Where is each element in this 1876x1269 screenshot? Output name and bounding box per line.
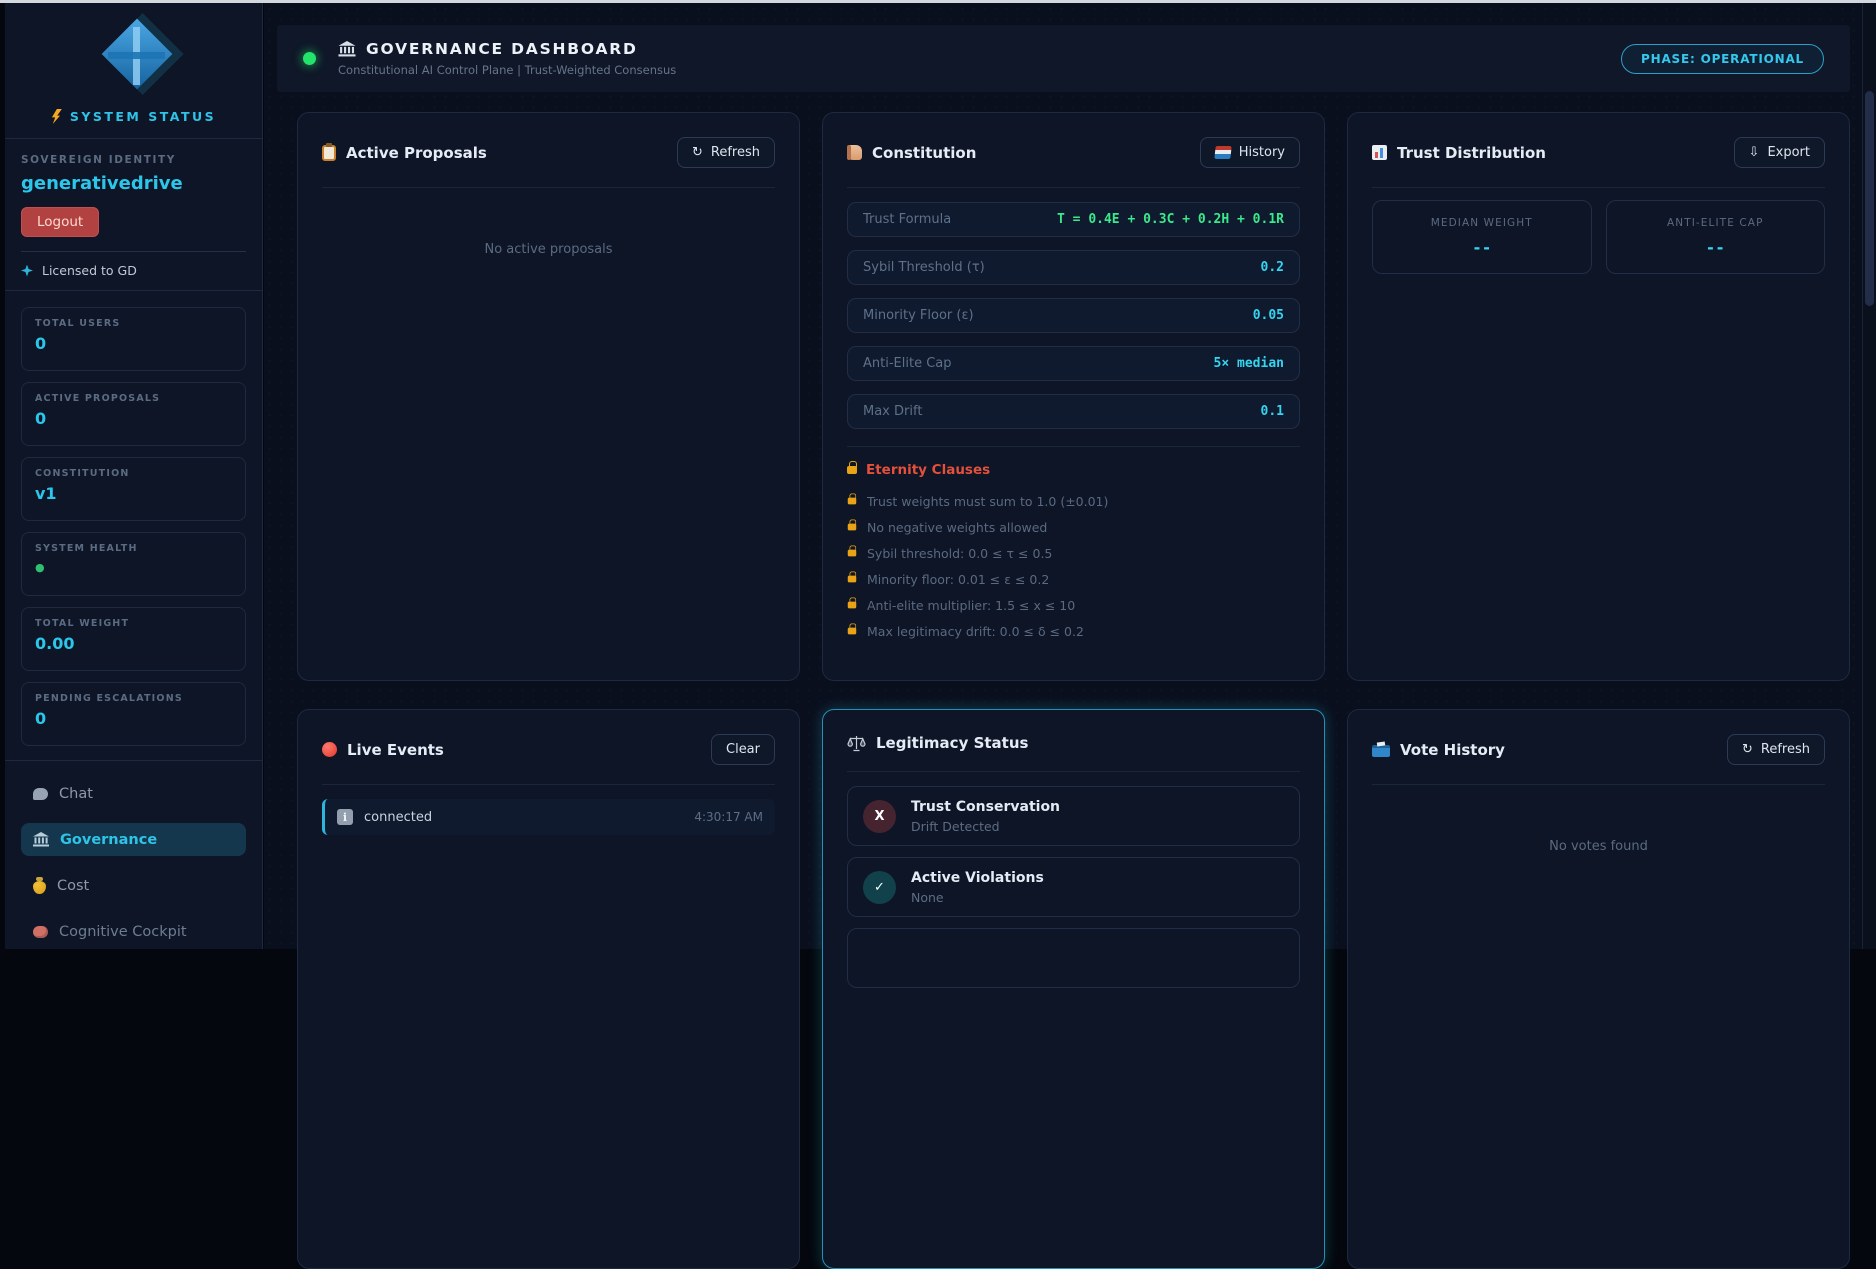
status-trust-conservation: X Trust Conservation Drift Detected [847, 786, 1300, 846]
ballot-box-icon [1372, 742, 1390, 757]
param-anti-elite-cap: Anti-Elite Cap 5× median [847, 346, 1300, 381]
card-title: Vote History [1400, 741, 1505, 759]
lightning-icon [51, 109, 62, 124]
lock-icon [848, 576, 857, 583]
clear-button[interactable]: Clear [711, 734, 775, 765]
main-content: GOVERNANCE DASHBOARD Constitutional AI C… [264, 3, 1862, 949]
stat-active-proposals: ACTIVE PROPOSALS 0 [21, 382, 246, 446]
sidebar-item-governance[interactable]: Governance [21, 823, 246, 856]
empty-state-text: No votes found [1372, 799, 1825, 854]
refresh-icon: ↻ [1742, 743, 1753, 756]
sidebar-item-cognitive-cockpit[interactable]: Cognitive Cockpit [21, 915, 246, 948]
identity-section: SOVEREIGN IDENTITY generativedrive Logou… [5, 139, 262, 291]
stat-system-health: SYSTEM HEALTH ● [21, 532, 246, 596]
status-active-violations: ✓ Active Violations None [847, 857, 1300, 917]
page-title: GOVERNANCE DASHBOARD [366, 40, 638, 58]
dashboard-header: GOVERNANCE DASHBOARD Constitutional AI C… [277, 25, 1850, 92]
history-button[interactable]: History [1200, 137, 1300, 168]
logout-button[interactable]: Logout [21, 207, 99, 237]
bank-icon [33, 832, 49, 847]
divider [21, 251, 246, 252]
lock-icon [848, 602, 857, 609]
eternity-clause: Max legitimacy drift: 0.0 ≤ δ ≤ 0.2 [847, 623, 1300, 639]
lock-icon [848, 628, 857, 635]
lock-icon [847, 466, 857, 474]
card-title: Legitimacy Status [876, 734, 1028, 752]
event-item: i connected 4:30:17 AM [322, 799, 775, 835]
books-icon [1214, 146, 1231, 159]
stats-section: TOTAL USERS 0 ACTIVE PROPOSALS 0 CONSTIT… [5, 291, 262, 761]
refresh-button[interactable]: ↻ Refresh [1727, 734, 1825, 765]
stat-pending-escalations: PENDING ESCALATIONS 0 [21, 682, 246, 746]
refresh-button[interactable]: ↻ Refresh [677, 137, 775, 168]
brain-icon [33, 926, 48, 938]
eternity-clause: Minority floor: 0.01 ≤ ε ≤ 0.2 [847, 571, 1300, 587]
identity-label: SOVEREIGN IDENTITY [21, 154, 246, 166]
dashboard-grid: Active Proposals ↻ Refresh No active pro… [297, 112, 1862, 1269]
info-icon: i [337, 809, 353, 825]
page-scrollbar[interactable] [1862, 3, 1876, 949]
card-title: Trust Distribution [1397, 144, 1546, 162]
brand-section: SYSTEM STATUS [5, 3, 262, 139]
brand-title: SYSTEM STATUS [70, 109, 216, 124]
param-sybil-threshold: Sybil Threshold (τ) 0.2 [847, 250, 1300, 285]
param-minority-floor: Minority Floor (ε) 0.05 [847, 298, 1300, 333]
eternity-clauses-header: Eternity Clauses [847, 462, 1300, 478]
eternity-clause: Sybil threshold: 0.0 ≤ τ ≤ 0.5 [847, 545, 1300, 561]
legitimacy-status-card: Legitimacy Status X Trust Conservation D… [822, 709, 1325, 1269]
clipboard-icon [322, 145, 336, 161]
active-proposals-card: Active Proposals ↻ Refresh No active pro… [297, 112, 800, 681]
check-icon: ✓ [863, 871, 896, 904]
export-icon: ⇩ [1749, 146, 1760, 159]
lock-icon [848, 498, 857, 505]
refresh-icon: ↻ [692, 146, 703, 159]
money-bag-icon [33, 881, 46, 894]
live-events-card: Live Events Clear i connected 4:30:17 AM [297, 709, 800, 1269]
eternity-clause: Anti-elite multiplier: 1.5 ≤ x ≤ 10 [847, 597, 1300, 613]
bar-chart-icon [1372, 145, 1387, 160]
chat-icon [33, 788, 48, 800]
page-subtitle: Constitutional AI Control Plane | Trust-… [338, 63, 676, 77]
sidebar: SYSTEM STATUS SOVEREIGN IDENTITY generat… [5, 3, 263, 949]
empty-state-text: No active proposals [322, 202, 775, 257]
sidebar-item-chat[interactable]: Chat [21, 777, 246, 810]
eternity-clause: Trust weights must sum to 1.0 (±0.01) [847, 493, 1300, 509]
window-left-edge [0, 3, 5, 949]
scroll-icon [847, 145, 862, 160]
export-button[interactable]: ⇩ Export [1734, 137, 1825, 168]
health-dot: ● [35, 561, 232, 574]
vote-history-card: Vote History ↻ Refresh No votes found [1347, 709, 1850, 1269]
online-status-dot [303, 52, 316, 65]
status-item-cutoff [847, 928, 1300, 988]
window-top-edge [0, 0, 1876, 3]
card-title: Constitution [872, 144, 976, 162]
bank-icon [338, 41, 356, 57]
param-trust-formula: Trust Formula T = 0.4E + 0.3C + 0.2H + 0… [847, 202, 1300, 237]
lock-icon [848, 524, 857, 531]
card-title: Live Events [347, 741, 444, 759]
card-title: Active Proposals [346, 144, 487, 162]
x-icon: X [863, 800, 896, 833]
stat-total-weight: TOTAL WEIGHT 0.00 [21, 607, 246, 671]
license-spark-icon [21, 265, 33, 277]
param-max-drift: Max Drift 0.1 [847, 394, 1300, 429]
trust-distribution-card: Trust Distribution ⇩ Export MEDIAN WEIGH… [1347, 112, 1850, 681]
scrollbar-thumb[interactable] [1865, 91, 1874, 306]
sidebar-item-cost[interactable]: Cost [21, 869, 246, 902]
metric-anti-elite-cap: ANTI-ELITE CAP -- [1606, 200, 1826, 274]
metric-median-weight: MEDIAN WEIGHT -- [1372, 200, 1592, 274]
sidebar-nav: Chat Governance Cost Cognitive Cockpit M… [5, 761, 262, 949]
eternity-clause: No negative weights allowed [847, 519, 1300, 535]
identity-value: generativedrive [21, 173, 246, 194]
stat-total-users: TOTAL USERS 0 [21, 307, 246, 371]
constitution-card: Constitution History Trust Formula T = 0… [822, 112, 1325, 681]
scales-icon [847, 735, 866, 752]
phase-badge[interactable]: PHASE: OPERATIONAL [1621, 44, 1824, 74]
license-text: Licensed to GD [42, 263, 137, 278]
lock-icon [848, 550, 857, 557]
red-dot-icon [322, 742, 337, 757]
app-logo [86, 13, 182, 101]
stat-constitution: CONSTITUTION v1 [21, 457, 246, 521]
